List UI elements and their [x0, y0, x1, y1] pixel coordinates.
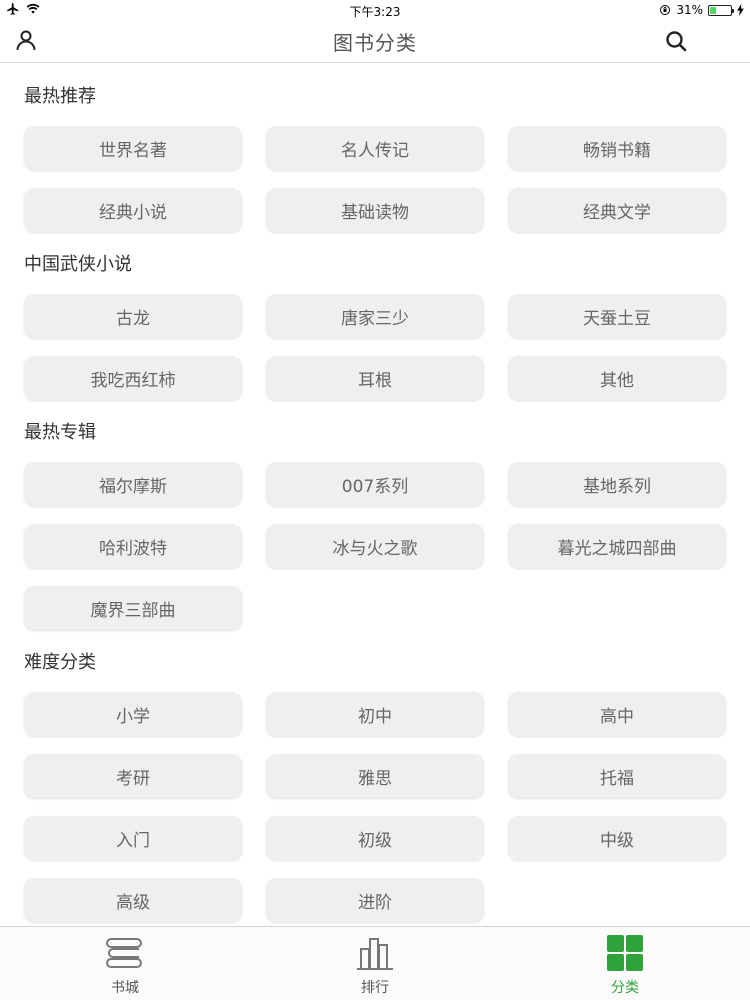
- bookstore-icon: [106, 938, 142, 968]
- tag-grid: 世界名著 名人传记 畅销书籍 经典小说 基础读物 经典文学: [24, 126, 750, 232]
- section-title: 中国武侠小说: [24, 254, 132, 275]
- tab-label: 排行: [361, 980, 389, 996]
- tag-grid: 福尔摩斯 007系列 基地系列 哈利波特 冰与火之歌 暮光之城四部曲 魔界三部曲: [24, 462, 750, 630]
- category-tag[interactable]: 经典文学: [508, 188, 726, 232]
- nav-bar: 图书分类: [0, 20, 750, 63]
- category-tag[interactable]: 基地系列: [508, 462, 726, 506]
- category-tag[interactable]: 福尔摩斯: [24, 462, 242, 506]
- category-tag[interactable]: 托福: [508, 754, 726, 798]
- tab-label: 书城: [111, 980, 139, 996]
- status-bar: 下午3:23 31%: [0, 0, 750, 20]
- category-tag[interactable]: 哈利波特: [24, 524, 242, 568]
- battery-fill: [710, 6, 717, 14]
- category-tag[interactable]: 耳根: [266, 356, 484, 400]
- category-tag[interactable]: 名人传记: [266, 126, 484, 170]
- battery-percent: 31%: [676, 3, 703, 17]
- tab-category[interactable]: 分类: [500, 927, 750, 1000]
- section-difficulty: 难度分类 小学 初中 高中 考研 雅思 托福 入门 初级 中级 高级 进阶: [0, 630, 750, 922]
- category-tag[interactable]: 007系列: [266, 462, 484, 506]
- category-tag[interactable]: 高级: [24, 878, 242, 922]
- section-title: 最热推荐: [24, 86, 96, 107]
- category-tag[interactable]: 魔界三部曲: [24, 586, 242, 630]
- category-tag[interactable]: 基础读物: [266, 188, 484, 232]
- category-tag[interactable]: 我吃西红柿: [24, 356, 242, 400]
- battery-icon: [708, 4, 734, 16]
- category-tag[interactable]: 初中: [266, 692, 484, 736]
- charging-bolt-icon: [737, 4, 744, 16]
- ranking-icon: [357, 938, 393, 970]
- category-tag[interactable]: 冰与火之歌: [266, 524, 484, 568]
- tab-label: 分类: [611, 980, 639, 996]
- category-tag[interactable]: 初级: [266, 816, 484, 860]
- app-screen: 下午3:23 31% 图书分类 最热推荐 世界名著 名人传记 畅销书籍 经典小说…: [0, 0, 750, 1000]
- tab-bar: 书城 排行 分类: [0, 926, 750, 1000]
- category-tag[interactable]: 考研: [24, 754, 242, 798]
- section-hot-recommend: 最热推荐 世界名著 名人传记 畅销书籍 经典小说 基础读物 经典文学: [0, 64, 750, 232]
- section-wuxia: 中国武侠小说 古龙 唐家三少 天蚕土豆 我吃西红柿 耳根 其他: [0, 232, 750, 400]
- section-title: 难度分类: [24, 652, 96, 673]
- category-tag[interactable]: 唐家三少: [266, 294, 484, 338]
- orientation-lock-icon: [660, 5, 671, 15]
- tag-grid: 小学 初中 高中 考研 雅思 托福 入门 初级 中级 高级 进阶: [24, 692, 750, 922]
- tag-grid: 古龙 唐家三少 天蚕土豆 我吃西红柿 耳根 其他: [24, 294, 750, 400]
- status-right: 31%: [659, 3, 744, 17]
- page-title: 图书分类: [333, 31, 417, 55]
- category-tag[interactable]: 高中: [508, 692, 726, 736]
- category-tag[interactable]: 世界名著: [24, 126, 242, 170]
- category-content[interactable]: 最热推荐 世界名著 名人传记 畅销书籍 经典小说 基础读物 经典文学 中国武侠小…: [0, 64, 750, 926]
- category-tag[interactable]: 进阶: [266, 878, 484, 922]
- section-hot-albums: 最热专辑 福尔摩斯 007系列 基地系列 哈利波特 冰与火之歌 暮光之城四部曲 …: [0, 400, 750, 630]
- category-tag[interactable]: 天蚕土豆: [508, 294, 726, 338]
- category-tag[interactable]: 其他: [508, 356, 726, 400]
- category-tag[interactable]: 畅销书籍: [508, 126, 726, 170]
- category-tag[interactable]: 暮光之城四部曲: [508, 524, 726, 568]
- status-time: 下午3:23: [349, 5, 401, 19]
- category-icon: [607, 935, 643, 971]
- category-tag[interactable]: 小学: [24, 692, 242, 736]
- tab-bookstore[interactable]: 书城: [0, 927, 250, 1000]
- category-tag[interactable]: 中级: [508, 816, 726, 860]
- tab-ranking[interactable]: 排行: [250, 927, 500, 1000]
- category-tag[interactable]: 经典小说: [24, 188, 242, 232]
- category-tag[interactable]: 雅思: [266, 754, 484, 798]
- section-title: 最热专辑: [24, 422, 96, 443]
- category-tag[interactable]: 入门: [24, 816, 242, 860]
- category-tag[interactable]: 古龙: [24, 294, 242, 338]
- search-icon[interactable]: [664, 29, 688, 53]
